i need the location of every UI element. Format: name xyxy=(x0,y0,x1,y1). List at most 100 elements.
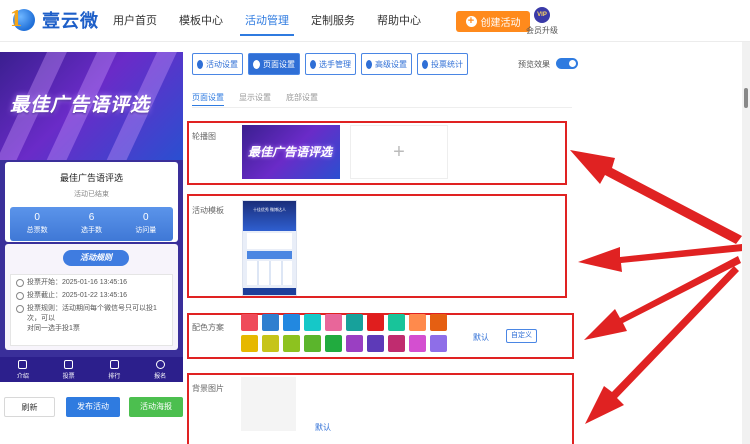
rules-title: 活动规则 xyxy=(63,250,129,266)
arrow-to-background xyxy=(585,266,739,424)
clock-icon xyxy=(16,292,24,300)
background-label: 背景图片 xyxy=(192,384,224,393)
color-custom-button[interactable]: 自定义 xyxy=(506,329,537,343)
nav-item-home[interactable]: 用户首页 xyxy=(108,0,162,42)
tab-intro[interactable]: 介绍 xyxy=(0,357,46,382)
sliders-icon xyxy=(366,59,372,69)
color-swatch[interactable] xyxy=(283,335,300,352)
carousel-image[interactable]: 最佳广告语评选 xyxy=(242,125,340,179)
activity-stats: 0 总票数 6 选手数 0 访问量 xyxy=(10,207,173,241)
color-swatch[interactable] xyxy=(304,335,321,352)
rank-icon xyxy=(109,360,119,369)
preview-effect-label: 预览效果 xyxy=(518,60,550,69)
color-swatch[interactable] xyxy=(325,314,342,331)
users-icon xyxy=(310,59,316,69)
arrow-to-carousel xyxy=(570,150,742,244)
tool-advanced[interactable]: 高级设置 xyxy=(361,53,412,75)
plus-icon: + xyxy=(465,16,477,27)
vote-icon xyxy=(64,360,74,369)
preview-banner: 最佳广告语评选 xyxy=(0,52,183,160)
subtab-footer[interactable]: 底部设置 xyxy=(286,92,318,103)
color-swatch[interactable] xyxy=(241,335,258,352)
preview-tabbar: 介绍 投票 排行 报名 xyxy=(0,357,183,382)
background-default-link[interactable]: 默认 xyxy=(315,422,331,433)
color-swatch[interactable] xyxy=(367,335,384,352)
main-nav: 用户首页 模板中心 活动管理 定制服务 帮助中心 xyxy=(108,0,426,42)
nav-item-activity[interactable]: 活动管理 xyxy=(240,0,294,42)
tool-page-settings[interactable]: 页面设置 xyxy=(248,53,300,75)
poster-button[interactable]: 活动海报 xyxy=(129,397,183,417)
star-icon xyxy=(197,59,203,69)
color-swatch[interactable] xyxy=(304,314,321,331)
user-icon xyxy=(155,360,165,369)
scrollbar-thumb[interactable] xyxy=(744,88,748,108)
nav-item-custom[interactable]: 定制服务 xyxy=(306,0,360,42)
page: 1 壹云微 用户首页 模板中心 活动管理 定制服务 帮助中心 + 创建活动 VI… xyxy=(0,0,750,444)
color-default-link[interactable]: 默认 xyxy=(473,332,489,343)
color-swatch[interactable] xyxy=(346,335,363,352)
vip-icon: VIP xyxy=(534,7,550,23)
tool-activity-settings[interactable]: 活动设置 xyxy=(192,53,243,75)
color-swatch[interactable] xyxy=(430,335,447,352)
top-header: 1 壹云微 用户首页 模板中心 活动管理 定制服务 帮助中心 + 创建活动 VI… xyxy=(0,0,750,42)
tab-vote[interactable]: 投票 xyxy=(46,357,92,382)
color-swatch[interactable] xyxy=(262,335,279,352)
stat-visits: 0 访问量 xyxy=(135,212,157,234)
intro-icon xyxy=(18,360,28,369)
color-swatch[interactable] xyxy=(241,314,258,331)
arrow-to-colors xyxy=(584,256,741,340)
color-swatch[interactable] xyxy=(367,314,384,331)
refresh-button[interactable]: 刷新 xyxy=(4,397,55,417)
color-swatch[interactable] xyxy=(409,314,426,331)
stat-contestants: 6 选手数 xyxy=(80,212,102,234)
banner-title: 最佳广告语评选 xyxy=(10,95,151,116)
subtab-display[interactable]: 显示设置 xyxy=(239,92,271,103)
logo-icon: 1 xyxy=(10,7,40,33)
activity-status: 活动已结束 xyxy=(74,191,109,198)
color-swatch[interactable] xyxy=(262,314,279,331)
create-activity-button[interactable]: + 创建活动 xyxy=(456,11,530,32)
preview-effect-toggle[interactable] xyxy=(556,58,578,69)
info-icon xyxy=(16,305,24,313)
create-activity-label: 创建活动 xyxy=(480,18,521,29)
color-label: 配色方案 xyxy=(192,323,224,332)
stat-total-votes: 0 总票数 xyxy=(26,212,48,234)
template-label: 活动模板 xyxy=(192,206,224,215)
tab-rank[interactable]: 排行 xyxy=(92,357,138,382)
carousel-add-button[interactable]: + xyxy=(350,125,448,179)
logo[interactable]: 1 壹云微 xyxy=(10,7,99,33)
clock-icon xyxy=(16,279,24,287)
carousel-label: 轮播图 xyxy=(192,132,216,141)
publish-button[interactable]: 发布活动 xyxy=(66,397,120,417)
rule-end: 投票截止：2025-01-22 13:45:16 xyxy=(16,291,167,301)
tab-signup[interactable]: 报名 xyxy=(137,357,183,382)
gear-icon xyxy=(253,59,260,69)
bar-chart-icon xyxy=(422,59,428,69)
template-thumbnail[interactable]: 十佳优秀 微博达人 xyxy=(242,200,297,296)
color-swatch[interactable] xyxy=(388,314,405,331)
tool-contestants[interactable]: 选手管理 xyxy=(305,53,356,75)
color-swatch[interactable] xyxy=(346,314,363,331)
nav-item-templates[interactable]: 模板中心 xyxy=(174,0,228,42)
rules-card: 活动规则 投票开始：2025-01-16 13:45:16 投票截止：2025-… xyxy=(5,244,178,350)
rule-text: 投票规则：活动期间每个微信号只可以投1次，可以 xyxy=(16,304,167,324)
subtab-page[interactable]: 页面设置 xyxy=(192,92,224,106)
vip-upgrade[interactable]: VIP 会员升级 xyxy=(522,7,562,36)
color-swatch[interactable] xyxy=(283,314,300,331)
preview-actions: 刷新 发布活动 活动海报 xyxy=(4,397,184,417)
nav-item-help[interactable]: 帮助中心 xyxy=(372,0,426,42)
rule-start: 投票开始：2025-01-16 13:45:16 xyxy=(16,278,167,288)
rule-text-cont: 对同一选手投1票 xyxy=(27,325,80,332)
color-swatch[interactable] xyxy=(388,335,405,352)
logo-text: 壹云微 xyxy=(42,11,99,31)
activity-title: 最佳广告语评选 xyxy=(59,173,123,183)
tool-vote-stats[interactable]: 投票统计 xyxy=(417,53,468,75)
vip-label: 会员升级 xyxy=(526,26,558,35)
color-swatch[interactable] xyxy=(409,335,426,352)
color-swatch[interactable] xyxy=(325,335,342,352)
phone-preview: 最佳广告语评选 最佳广告语评选 活动已结束 0 总票数 6 选手数 0 访问量 … xyxy=(0,52,183,382)
background-image-box[interactable] xyxy=(241,377,296,431)
arrow-to-template xyxy=(578,244,743,272)
color-swatch[interactable] xyxy=(430,314,447,331)
rules-box: 投票开始：2025-01-16 13:45:16 投票截止：2025-01-22… xyxy=(10,274,173,346)
